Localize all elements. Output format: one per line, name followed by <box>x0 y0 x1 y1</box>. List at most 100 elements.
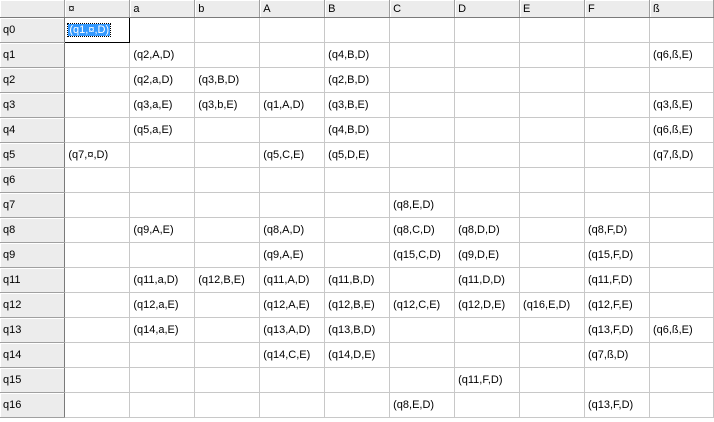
grid-cell[interactable] <box>194 242 261 268</box>
grid-cell[interactable] <box>64 292 131 318</box>
grid-cell[interactable] <box>259 167 326 193</box>
grid-cell[interactable]: (q13,B,D) <box>324 317 391 343</box>
grid-cell[interactable]: (q8,A,D) <box>259 217 326 243</box>
row-header[interactable]: q14 <box>0 342 66 368</box>
grid-cell[interactable]: (q8,F,D) <box>584 217 650 243</box>
grid-cell[interactable]: (q14,C,E) <box>259 342 326 368</box>
grid-cell[interactable] <box>64 367 131 393</box>
grid-cell[interactable] <box>584 117 650 143</box>
grid-cell[interactable] <box>64 267 131 293</box>
grid-cell[interactable] <box>129 342 196 368</box>
grid-cell[interactable] <box>519 367 585 393</box>
grid-cell[interactable] <box>519 192 585 218</box>
grid-cell[interactable] <box>324 17 391 43</box>
grid-cell[interactable] <box>324 392 391 418</box>
grid-cell[interactable]: (q12,F,E) <box>584 292 650 318</box>
column-header[interactable]: F <box>584 0 650 18</box>
grid-cell[interactable]: (q15,C,D) <box>389 242 456 268</box>
grid-cell[interactable] <box>259 67 326 93</box>
column-header[interactable]: A <box>259 0 326 18</box>
grid-cell[interactable] <box>194 342 261 368</box>
grid-cell[interactable]: (q12,C,E) <box>389 292 456 318</box>
column-header[interactable]: B <box>324 0 391 18</box>
grid-cell[interactable] <box>519 267 585 293</box>
grid-cell[interactable]: (q13,F,D) <box>584 392 650 418</box>
grid-cell[interactable] <box>584 142 650 168</box>
grid-cell[interactable]: (q12,D,E) <box>454 292 521 318</box>
row-header[interactable]: q4 <box>0 117 66 143</box>
grid-cell[interactable] <box>519 342 585 368</box>
grid-cell[interactable] <box>389 67 456 93</box>
grid-cell[interactable] <box>64 217 131 243</box>
grid-cell[interactable]: (q7,ß,D) <box>584 342 650 368</box>
grid-cell[interactable] <box>454 42 521 68</box>
grid-cell[interactable] <box>649 242 714 268</box>
grid-cell[interactable] <box>389 317 456 343</box>
grid-cell[interactable]: (q5,C,E) <box>259 142 326 168</box>
row-header[interactable]: q9 <box>0 242 66 268</box>
grid-cell[interactable]: (q11,F,D) <box>454 367 521 393</box>
grid-cell[interactable] <box>194 17 261 43</box>
grid-cell[interactable] <box>389 92 456 118</box>
grid-cell[interactable] <box>649 342 714 368</box>
corner-header[interactable] <box>0 0 66 18</box>
grid-cell[interactable] <box>389 342 456 368</box>
grid-cell[interactable] <box>519 42 585 68</box>
grid-cell[interactable] <box>129 17 196 43</box>
grid-cell[interactable]: (q13,F,D) <box>584 317 650 343</box>
grid-cell[interactable] <box>259 392 326 418</box>
row-header[interactable]: q15 <box>0 367 66 393</box>
grid-cell[interactable] <box>194 192 261 218</box>
grid-cell[interactable]: (q9,D,E) <box>454 242 521 268</box>
column-header[interactable]: ß <box>649 0 714 18</box>
grid-cell[interactable] <box>259 367 326 393</box>
grid-cell[interactable]: (q7,ß,D) <box>649 142 714 168</box>
grid-cell[interactable] <box>454 67 521 93</box>
grid-cell[interactable] <box>584 192 650 218</box>
grid-cell[interactable] <box>389 267 456 293</box>
column-header[interactable]: C <box>389 0 456 18</box>
grid-cell[interactable] <box>454 392 521 418</box>
grid-cell[interactable]: (q3,a,E) <box>129 92 196 118</box>
grid-cell[interactable] <box>519 17 585 43</box>
grid-cell[interactable] <box>519 142 585 168</box>
row-header[interactable]: q7 <box>0 192 66 218</box>
grid-cell[interactable] <box>194 317 261 343</box>
grid-cell[interactable] <box>584 67 650 93</box>
column-header[interactable]: D <box>454 0 521 18</box>
grid-cell[interactable]: (q15,F,D) <box>584 242 650 268</box>
grid-cell[interactable]: (q12,a,E) <box>129 292 196 318</box>
grid-cell[interactable] <box>389 367 456 393</box>
grid-cell[interactable] <box>649 392 714 418</box>
grid-cell[interactable]: (q4,B,D) <box>324 42 391 68</box>
grid-cell[interactable] <box>64 392 131 418</box>
grid-cell[interactable] <box>324 167 391 193</box>
grid-cell[interactable] <box>584 92 650 118</box>
grid-cell[interactable] <box>454 342 521 368</box>
grid-cell[interactable]: (q8,D,D) <box>454 217 521 243</box>
grid-cell[interactable]: (q12,A,E) <box>259 292 326 318</box>
row-header[interactable]: q0 <box>0 17 66 43</box>
grid-cell[interactable] <box>64 42 131 68</box>
grid-cell[interactable]: (q3,b,E) <box>194 92 261 118</box>
grid-cell[interactable] <box>389 117 456 143</box>
row-header[interactable]: q12 <box>0 292 66 318</box>
grid-cell[interactable]: (q8,E,D) <box>389 392 456 418</box>
grid-cell[interactable] <box>454 167 521 193</box>
grid-cell[interactable] <box>194 42 261 68</box>
grid-cell[interactable] <box>194 292 261 318</box>
grid-cell[interactable] <box>259 17 326 43</box>
grid-cell[interactable] <box>129 367 196 393</box>
grid-cell[interactable]: (q6,ß,E) <box>649 42 714 68</box>
grid-cell[interactable] <box>194 392 261 418</box>
grid-cell[interactable]: (q11,D,D) <box>454 267 521 293</box>
grid-cell[interactable] <box>519 317 585 343</box>
grid-cell[interactable] <box>259 117 326 143</box>
grid-cell[interactable]: (q3,ß,E) <box>649 92 714 118</box>
grid-cell[interactable]: (q6,ß,E) <box>649 317 714 343</box>
grid-cell[interactable] <box>649 217 714 243</box>
grid-cell[interactable]: (q2,A,D) <box>129 42 196 68</box>
grid-cell[interactable]: (q11,F,D) <box>584 267 650 293</box>
grid-cell[interactable]: (q3,B,D) <box>194 67 261 93</box>
grid-cell[interactable]: (q2,a,D) <box>129 67 196 93</box>
